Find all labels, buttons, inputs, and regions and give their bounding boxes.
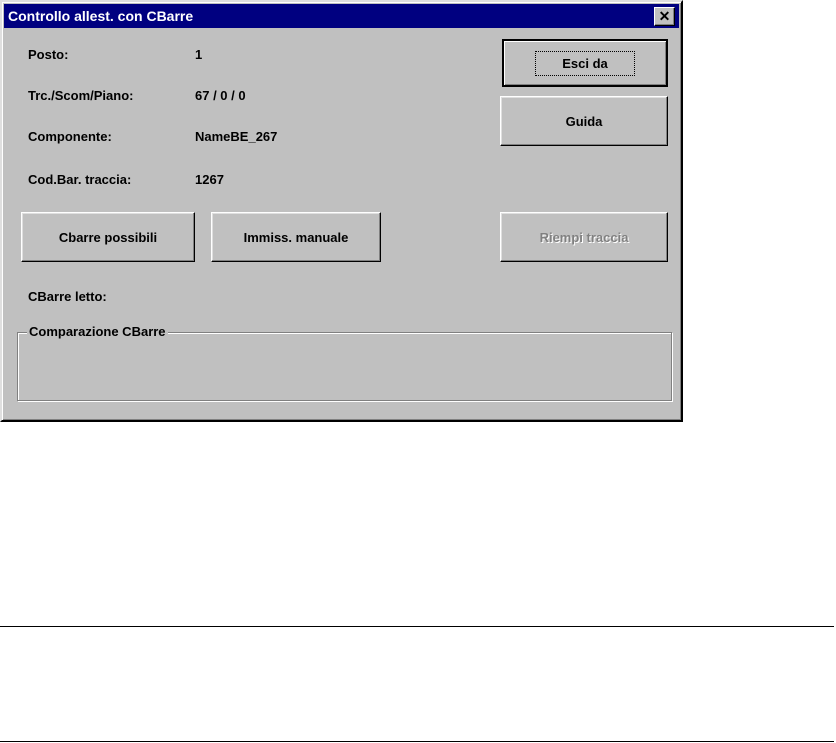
window-title: Controllo allest. con CBarre — [8, 8, 194, 24]
comparazione-groupbox-label: Comparazione CBarre — [27, 324, 168, 339]
codbar-value: 1267 — [195, 172, 224, 187]
guida-button[interactable]: Guida — [500, 96, 668, 146]
traccia-value: 67 / 0 / 0 — [195, 88, 246, 103]
comparazione-groupbox: Comparazione CBarre — [17, 324, 672, 401]
immiss-manuale-label: Immiss. manuale — [243, 229, 349, 245]
cbarre-letto-label: CBarre letto: — [28, 289, 107, 304]
componente-value: NameBE_267 — [195, 129, 278, 144]
cbarre-possibili-button[interactable]: Cbarre possibili — [21, 212, 195, 262]
traccia-label: Trc./Scom/Piano: — [28, 88, 134, 103]
divider-line — [0, 741, 834, 742]
divider-line — [0, 626, 834, 627]
dialog-window: Controllo allest. con CBarre ✕ Posto: 1 … — [0, 0, 683, 422]
cbarre-possibili-label: Cbarre possibili — [58, 229, 158, 245]
posto-value: 1 — [195, 47, 203, 62]
title-bar[interactable]: Controllo allest. con CBarre ✕ — [4, 4, 679, 28]
riempi-traccia-button[interactable]: Riempi traccia — [500, 212, 668, 262]
guida-button-label: Guida — [565, 113, 603, 129]
immiss-manuale-button[interactable]: Immiss. manuale — [211, 212, 381, 262]
codbar-label: Cod.Bar. traccia: — [28, 172, 132, 187]
esci-button[interactable]: Esci da — [502, 39, 668, 87]
componente-label: Componente: — [28, 129, 112, 144]
close-button[interactable]: ✕ — [654, 7, 675, 26]
esci-button-label: Esci da — [535, 50, 635, 76]
close-icon: ✕ — [658, 8, 671, 24]
riempi-traccia-label: Riempi traccia — [539, 229, 629, 245]
posto-label: Posto: — [28, 47, 69, 62]
